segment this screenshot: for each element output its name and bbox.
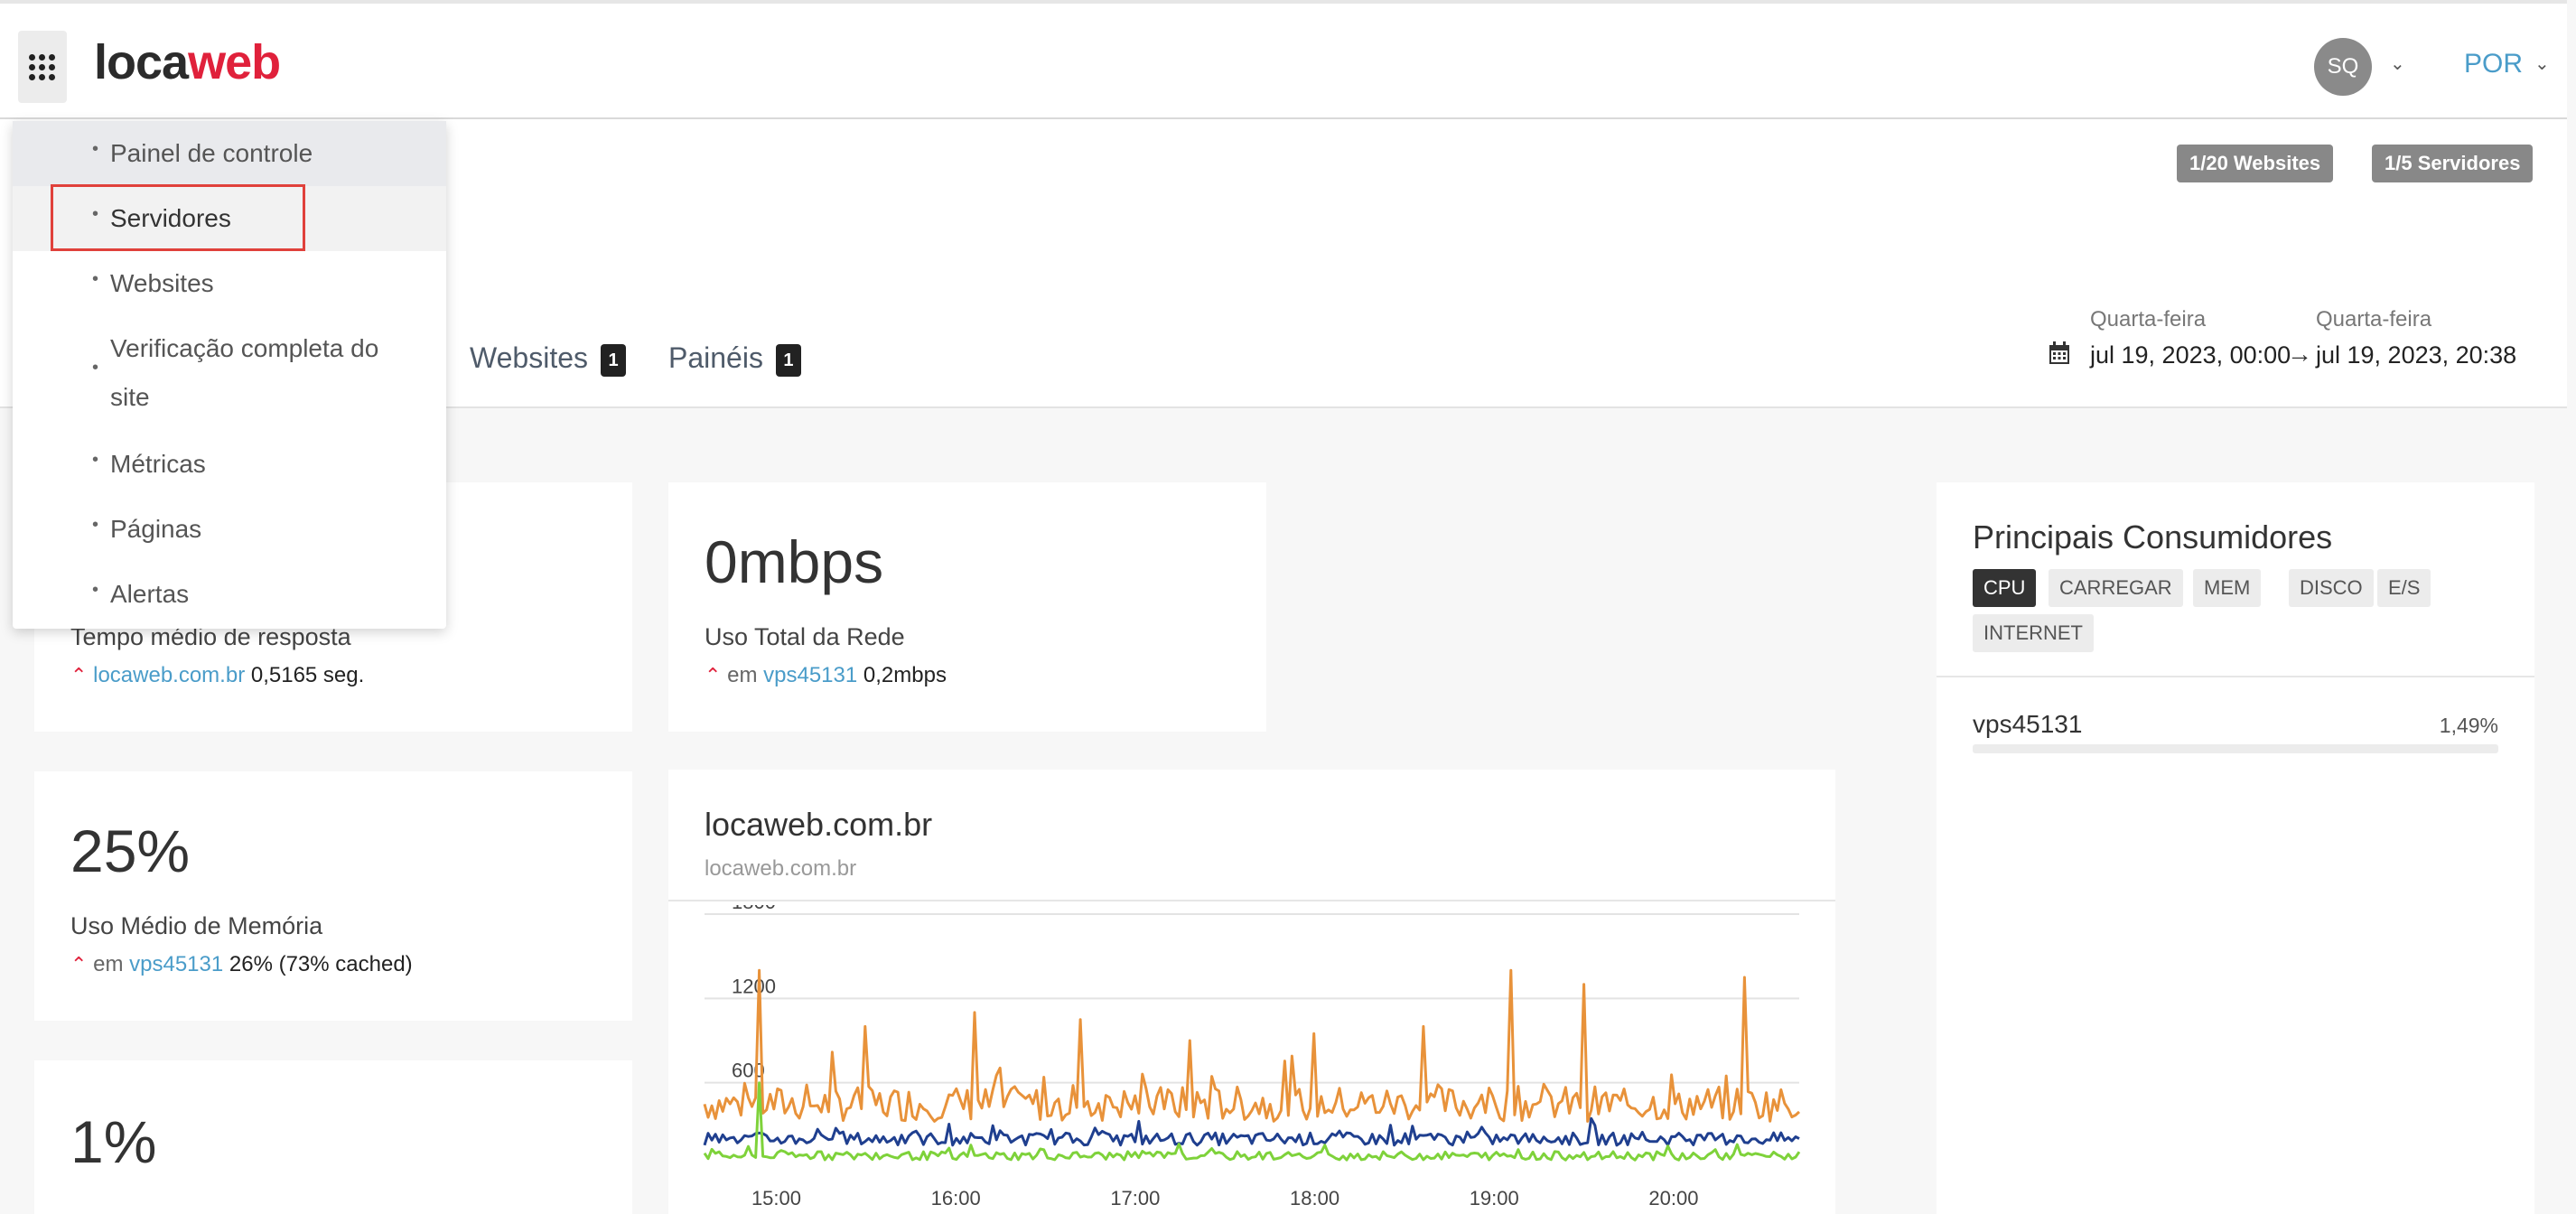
x-tick-label: 15:00: [751, 1187, 801, 1209]
servers-quota-badge: 1/5 Servidores: [2372, 145, 2534, 182]
chevron-up-icon: ⌃: [70, 664, 88, 686]
top-bar: locaweb SQ ⌄ POR ⌄: [0, 0, 2567, 119]
end-date[interactable]: jul 19, 2023, 20:38: [2316, 341, 2516, 369]
menu-item-alertas[interactable]: • Alertas: [13, 562, 446, 627]
chip-carregar[interactable]: CARREGAR: [2049, 569, 2183, 607]
divider: [668, 900, 1835, 901]
selection-highlight: [51, 184, 305, 251]
x-tick-label: 19:00: [1470, 1187, 1519, 1209]
menu-item-verificacao[interactable]: • Verificação completa do site: [13, 316, 446, 432]
y-tick-label: 1200: [732, 975, 776, 997]
series-line-1: [703, 968, 1801, 1123]
divider: [1937, 676, 2534, 677]
card-detail: ⌃ locaweb.com.br 0,5165 seg.: [70, 663, 365, 687]
chip-disco[interactable]: DISCO: [2289, 569, 2374, 607]
x-tick-label: 16:00: [931, 1187, 981, 1209]
arrow-right-icon: →: [2287, 340, 2312, 368]
logo[interactable]: locaweb: [94, 34, 281, 90]
network-value: 0mbps: [705, 528, 884, 595]
chart-card-subtitle: locaweb.com.br: [705, 856, 857, 881]
card-detail: ⌃ em vps45131 0,2mbps: [705, 663, 947, 687]
card-detail: ⌃ em vps45131 26% (73% cached): [70, 952, 413, 976]
tab-paineis[interactable]: Painéis 1: [668, 341, 801, 377]
apps-menu-button[interactable]: [18, 31, 67, 103]
language-selector[interactable]: POR: [2464, 49, 2523, 79]
menu-item-paginas[interactable]: • Páginas: [13, 497, 446, 562]
chevron-up-icon: ⌃: [70, 953, 88, 976]
x-tick-label: 20:00: [1648, 1187, 1698, 1209]
chip-mem[interactable]: MEM: [2193, 569, 2262, 607]
x-tick-label: 18:00: [1290, 1187, 1339, 1209]
start-date[interactable]: jul 19, 2023, 00:00: [2090, 341, 2291, 369]
cpu-value: 1%: [70, 1108, 157, 1175]
server-link[interactable]: vps45131: [763, 663, 857, 687]
cpu-card: 1%: [34, 1060, 632, 1214]
website-link[interactable]: locaweb.com.br: [93, 663, 245, 687]
response-time-chart[interactable]: 1800 1200 600 15:00 16:00 17:00 18:00 19:00 20:0…: [668, 905, 1835, 1214]
card-label: Uso Médio de Memória: [70, 912, 323, 939]
chip-es[interactable]: E/S: [2377, 569, 2431, 607]
panel-title: Principais Consumidores: [1973, 518, 2333, 556]
site-chart-card: locaweb.com.br locaweb.com.br 1800 1200 60…: [668, 770, 1835, 1214]
memory-value: 25%: [70, 817, 191, 884]
top-consumers-panel: Principais Consumidores CPU CARREGAR MEM…: [1937, 482, 2534, 1214]
network-card: 0mbps Uso Total da Rede ⌃ em vps45131 0,…: [668, 482, 1266, 732]
menu-item-websites[interactable]: • Websites: [13, 251, 446, 316]
chart-card-title[interactable]: locaweb.com.br: [705, 806, 932, 844]
series-line-2: [703, 1116, 1800, 1147]
websites-quota-badge: 1/20 Websites: [2177, 145, 2334, 182]
chevron-down-icon[interactable]: ⌄: [2534, 52, 2550, 75]
x-tick-label: 17:00: [1110, 1187, 1160, 1209]
consumer-bar: [1973, 744, 2498, 753]
y-tick-label: 600: [732, 1060, 765, 1082]
grid-icon: [29, 54, 56, 81]
chevron-up-icon: ⌃: [705, 664, 722, 686]
start-day: Quarta-feira: [2090, 307, 2207, 332]
chip-internet[interactable]: INTERNET: [1973, 614, 2094, 652]
consumer-value: 1,49%: [2439, 714, 2498, 737]
end-day: Quarta-feira: [2316, 307, 2432, 332]
consumer-name[interactable]: vps45131: [1973, 710, 2082, 739]
card-label: Uso Total da Rede: [705, 623, 905, 650]
server-link[interactable]: vps45131: [129, 952, 223, 976]
tab-websites[interactable]: Websites 1: [470, 341, 627, 377]
chip-cpu[interactable]: CPU: [1973, 569, 2037, 607]
menu-item-painel[interactable]: • Painel de controle: [13, 121, 446, 186]
calendar-icon[interactable]: [2049, 341, 2070, 371]
y-tick-label: 1800: [732, 905, 776, 913]
chevron-down-icon[interactable]: ⌄: [2390, 52, 2405, 75]
memory-card: 25% Uso Médio de Memória ⌃ em vps45131 2…: [34, 771, 632, 1021]
menu-item-metricas[interactable]: • Métricas: [13, 432, 446, 497]
series-line-3: [703, 1081, 1801, 1162]
avatar[interactable]: SQ: [2314, 38, 2372, 96]
